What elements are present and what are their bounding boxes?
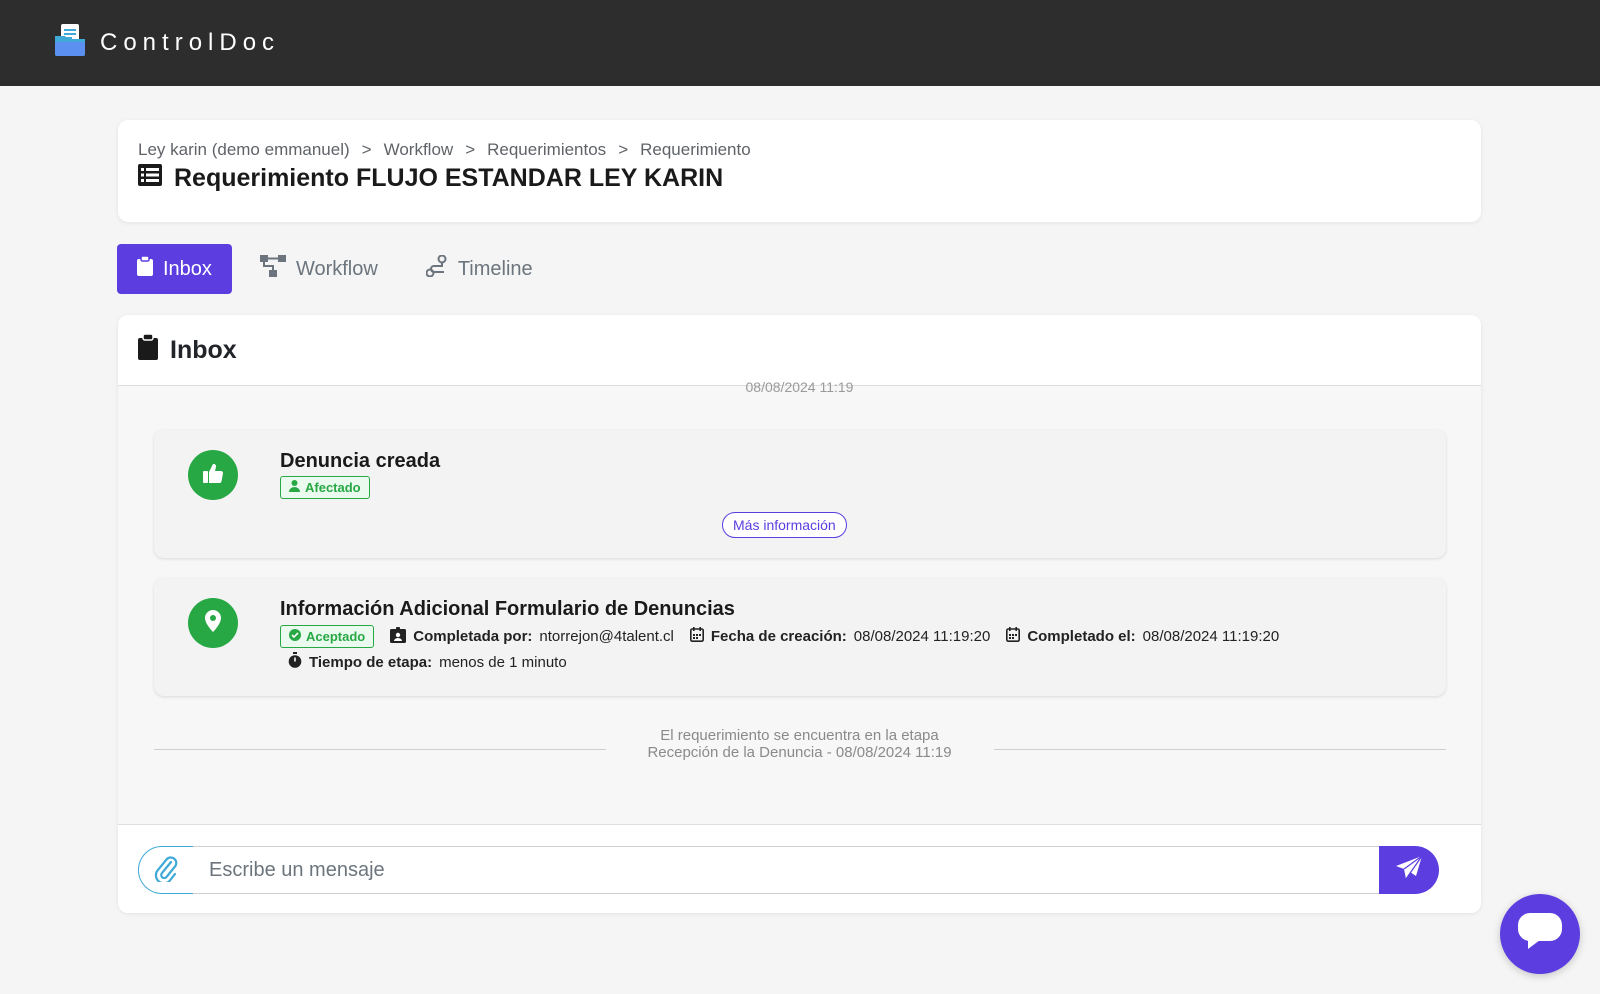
breadcrumb-separator: > (465, 140, 476, 159)
message-composer (118, 824, 1481, 913)
breadcrumb-item[interactable]: Ley karin (demo emmanuel) (138, 140, 350, 160)
event-meta: Aceptado Completada por: ntorrejon@4tale… (280, 625, 1279, 648)
message-input[interactable] (193, 846, 1379, 894)
stage-separator: El requerimiento se encuentra en la etap… (118, 727, 1481, 767)
breadcrumb-item[interactable]: Workflow (384, 140, 454, 160)
tab-bar: Inbox Workflow Timeline (117, 244, 553, 294)
tab-inbox[interactable]: Inbox (117, 244, 232, 294)
calendar-icon (689, 627, 704, 646)
meta-value: ntorrejon@4talent.cl (539, 628, 674, 645)
more-info-button[interactable]: Más información (722, 512, 847, 538)
controldoc-logo-icon (52, 22, 88, 63)
status-badge: Afectado (280, 476, 370, 499)
event-title: Denuncia creada (280, 450, 441, 472)
breadcrumb-separator: > (618, 140, 629, 159)
thumbs-up-icon (202, 462, 224, 489)
meta-value: menos de 1 minuto (439, 653, 567, 671)
tab-label: Inbox (163, 257, 212, 280)
paperclip-icon (154, 854, 178, 887)
inbox-title: Inbox (170, 335, 237, 364)
event-status-icon (188, 450, 238, 500)
clipboard-icon (137, 255, 153, 282)
map-pin-icon (204, 609, 222, 637)
meta-label: Completada por: (413, 628, 533, 645)
stage-text-line1: El requerimiento se encuentra en la etap… (660, 727, 939, 744)
tab-workflow[interactable]: Workflow (240, 244, 398, 294)
event-status-icon (188, 598, 238, 648)
meta-label: Tiempo de etapa: (309, 653, 433, 671)
page-title-text: Requerimiento FLUJO ESTANDAR LEY KARIN (174, 164, 724, 192)
page-title: Requerimiento FLUJO ESTANDAR LEY KARIN (138, 164, 1461, 193)
breadcrumb: Ley karin (demo emmanuel) > Workflow > R… (138, 140, 1461, 160)
meta-value: 08/08/2024 11:19:20 (1142, 628, 1280, 645)
send-icon (1395, 855, 1423, 886)
inbox-panel: Inbox 08/08/2024 11:19 Denuncia creada A… (118, 315, 1481, 913)
completed-by: Completada por: ntorrejon@4talent.cl (390, 626, 674, 647)
badge-label: Aceptado (306, 629, 366, 644)
calendar-icon (1006, 627, 1021, 646)
breadcrumb-item-current: Requerimiento (640, 140, 751, 159)
user-icon (289, 480, 300, 495)
meta-label: Completado el: (1027, 628, 1136, 645)
attach-button[interactable] (138, 846, 194, 894)
list-icon (138, 164, 162, 193)
breadcrumb-separator: > (361, 140, 372, 159)
badge-label: Afectado (305, 480, 361, 495)
event-card: Información Adicional Formulario de Denu… (154, 578, 1446, 696)
stage-time: Tiempo de etapa: menos de 1 minuto (288, 652, 567, 672)
top-navbar: ControlDoc (0, 0, 1600, 86)
completion-date: Completado el: 08/08/2024 11:19:20 (1006, 627, 1279, 646)
tab-timeline[interactable]: Timeline (406, 244, 553, 294)
timeline-icon (425, 254, 448, 283)
tab-label: Timeline (457, 257, 533, 280)
workflow-icon (259, 255, 286, 283)
chat-bubble-icon (1518, 912, 1562, 956)
breadcrumb-item[interactable]: Requerimientos (487, 140, 606, 160)
brand[interactable]: ControlDoc (52, 22, 280, 63)
check-circle-icon (289, 629, 301, 644)
inbox-feed[interactable]: 08/08/2024 11:19 Denuncia creada Afectad… (118, 379, 1481, 824)
date-separator: 08/08/2024 11:19 (745, 379, 854, 395)
clipboard-icon (138, 332, 158, 367)
app-name: ControlDoc (100, 28, 281, 56)
chat-widget-button[interactable] (1500, 894, 1580, 974)
status-badge: Aceptado (280, 625, 375, 648)
event-card: Denuncia creada Afectado Más información (154, 430, 1446, 558)
creation-date: Fecha de creación: 08/08/2024 11:19:20 (689, 627, 991, 646)
tab-label: Workflow (295, 257, 378, 280)
send-button[interactable] (1379, 846, 1439, 894)
stopwatch-icon (288, 652, 302, 672)
event-title: Información Adicional Formulario de Denu… (280, 598, 735, 620)
page-header: Ley karin (demo emmanuel) > Workflow > R… (118, 120, 1481, 222)
meta-label: Fecha de creación: (710, 628, 847, 645)
event-meta-stage-time: Tiempo de etapa: menos de 1 minuto (288, 652, 567, 672)
id-badge-icon (390, 626, 407, 647)
meta-value: 08/08/2024 11:19:20 (853, 628, 991, 645)
inbox-header: Inbox (118, 315, 1481, 386)
stage-text-line2: Recepción de la Denuncia - 08/08/2024 11… (647, 744, 952, 761)
